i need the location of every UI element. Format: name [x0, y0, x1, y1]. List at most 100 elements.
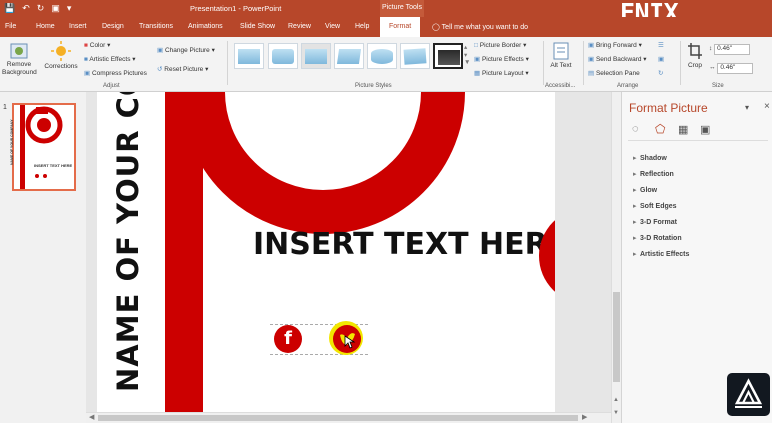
picture-style-thumb[interactable]	[301, 43, 331, 69]
tab-help[interactable]: Help	[355, 23, 369, 30]
height-input[interactable]: 0.46"	[714, 44, 751, 55]
customize-qat-icon[interactable]: ▾	[67, 3, 72, 14]
reset-picture-button[interactable]: ↺ Reset Picture ▾	[157, 65, 208, 73]
compress-pictures-button[interactable]: ▣ Compress Pictures	[84, 69, 147, 77]
alt-text-icon	[553, 42, 569, 60]
prev-slide-icon[interactable]: ▲	[613, 397, 619, 403]
artistic-effects-button[interactable]: ■ Artistic Effects ▾	[84, 55, 136, 63]
redo-icon[interactable]: ↻	[37, 3, 45, 14]
tell-me-search[interactable]: ◯ Tell me what you want to do	[432, 23, 528, 31]
group-icon[interactable]: ▣	[658, 55, 664, 63]
bring-forward-button[interactable]: ▣ Bring Forward ▾	[588, 41, 642, 49]
height-icon: ↕	[709, 45, 713, 52]
pane-options-icon[interactable]: ▾	[745, 103, 749, 112]
corrections-label: Corrections	[44, 63, 78, 70]
save-icon[interactable]: 💾	[4, 3, 15, 14]
effects-pentagon-icon[interactable]: ⬠	[655, 122, 665, 136]
section-3d-format[interactable]: ▸ 3-D Format	[633, 218, 677, 226]
picture-border-button[interactable]: □ Picture Border ▾	[474, 41, 526, 49]
tab-format[interactable]: Format	[380, 17, 421, 37]
width-input[interactable]: 0.46"	[717, 63, 754, 74]
fill-line-icon[interactable]: ◌	[632, 123, 639, 135]
width-field[interactable]: ↔ 0.46"	[709, 63, 754, 74]
section-label: Glow	[640, 187, 658, 194]
picture-style-thumb-selected[interactable]	[433, 43, 463, 69]
section-shadow[interactable]: ▸ Shadow	[633, 154, 667, 162]
scroll-left-icon[interactable]: ◀	[89, 413, 94, 421]
quick-access-toolbar: 💾 ↶ ↻ ▣ ▾	[4, 3, 71, 14]
section-glow[interactable]: ▸ Glow	[633, 186, 657, 194]
rotate-icon[interactable]: ↻	[658, 69, 663, 77]
horizontal-scrollbar[interactable]: ◀ ▶	[86, 412, 611, 423]
selection-pane-label: Selection Pane	[595, 70, 640, 77]
vertical-company-name[interactable]: NAME OF YOUR CO	[111, 92, 145, 392]
tab-transitions[interactable]: Transitions	[139, 23, 173, 30]
instagram-circle[interactable]	[539, 208, 555, 304]
lightbulb-icon: ◯	[432, 24, 440, 31]
picture-style-thumb[interactable]	[367, 43, 397, 69]
picture-effects-button[interactable]: ▣ Picture Effects ▾	[474, 55, 529, 63]
send-backward-label: Send Backward	[595, 56, 642, 63]
section-label: Shadow	[640, 155, 667, 162]
picture-style-thumb[interactable]	[268, 43, 298, 69]
slide[interactable]: NAME OF YOUR CO INSERT TEXT HERE f	[97, 92, 555, 412]
arrange-group-label: Arrange	[617, 83, 639, 89]
send-backward-button[interactable]: ▣ Send Backward ▾	[588, 55, 647, 63]
vertical-scroll-thumb[interactable]	[613, 292, 620, 382]
undo-icon[interactable]: ↶	[22, 3, 30, 14]
ribbon-tabs: File Home Insert Design Transitions Anim…	[0, 17, 772, 37]
slide-canvas: NAME OF YOUR CO INSERT TEXT HERE f	[86, 92, 611, 423]
color-palette-icon: ■	[84, 42, 88, 49]
start-from-beginning-icon[interactable]: ▣	[51, 3, 60, 14]
tab-review[interactable]: Review	[288, 23, 311, 30]
section-label: Reflection	[640, 171, 674, 178]
thumbnail-headline: INSERT TEXT HERE	[34, 163, 73, 168]
section-artistic-effects[interactable]: ▸ Artistic Effects	[633, 250, 689, 258]
picture-style-thumb[interactable]	[334, 43, 364, 69]
section-soft-edges[interactable]: ▸ Soft Edges	[633, 202, 677, 210]
section-label: 3-D Format	[640, 219, 677, 226]
adjust-group-label: Adjust	[103, 83, 120, 89]
alt-text-label: Alt Text	[550, 62, 572, 69]
tab-slide-show[interactable]: Slide Show	[240, 23, 275, 30]
tab-file[interactable]: File	[5, 23, 16, 30]
picture-style-thumb[interactable]	[234, 43, 264, 69]
remove-background-button[interactable]: Remove Background	[2, 43, 37, 77]
instagram-icon	[539, 208, 555, 304]
tab-design[interactable]: Design	[102, 23, 124, 30]
horizontal-scroll-thumb[interactable]	[98, 415, 578, 421]
tab-animations[interactable]: Animations	[188, 23, 223, 30]
change-picture-button[interactable]: ▣ Change Picture ▾	[157, 46, 215, 54]
headline-text[interactable]: INSERT TEXT HERE	[253, 227, 555, 262]
picture-icon[interactable]: ▣	[700, 123, 710, 136]
format-pane-title: Format Picture	[629, 101, 708, 115]
remove-background-icon	[10, 43, 28, 59]
slide-thumbnail[interactable]: NAME OF YOUR COMPANY INSERT TEXT HERE	[10, 103, 76, 191]
height-field[interactable]: ↕ 0.46"	[709, 44, 751, 55]
tab-view[interactable]: View	[325, 23, 340, 30]
size-properties-icon[interactable]: ▦	[678, 123, 688, 136]
bring-forward-label: Bring Forward	[595, 42, 637, 49]
tab-insert[interactable]: Insert	[69, 23, 87, 30]
alt-text-button[interactable]: Alt Text	[548, 42, 574, 70]
gallery-more-icon[interactable]: ▴ ▾ ▼	[464, 43, 470, 66]
color-label: Color	[89, 42, 106, 49]
picture-layout-button[interactable]: ▦ Picture Layout ▾	[474, 69, 529, 77]
picture-style-thumb[interactable]	[400, 43, 430, 69]
slide-thumbnail-panel: 1 NAME OF YOUR COMPANY INSERT TEXT HERE	[0, 92, 86, 423]
next-slide-icon[interactable]: ▼	[613, 410, 619, 416]
close-icon[interactable]: ×	[764, 101, 770, 112]
facebook-icon[interactable]: f	[274, 325, 302, 353]
crop-button[interactable]: Crop	[684, 42, 706, 70]
selection-pane-button[interactable]: ▤ Selection Pane	[588, 69, 640, 77]
tab-home[interactable]: Home	[36, 23, 55, 30]
scroll-right-icon[interactable]: ▶	[582, 413, 587, 421]
align-icon[interactable]: ☰	[658, 41, 664, 49]
picture-layout-icon: ▦	[474, 70, 481, 77]
picture-effects-label: Picture Effects	[481, 56, 524, 63]
color-button[interactable]: ■ Color ▾	[84, 41, 110, 49]
section-3d-rotation[interactable]: ▸ 3-D Rotation	[633, 234, 682, 242]
corrections-button[interactable]: Corrections	[42, 41, 80, 71]
section-reflection[interactable]: ▸ Reflection	[633, 170, 674, 178]
vertical-scrollbar[interactable]: ▲ ▼	[611, 92, 621, 423]
